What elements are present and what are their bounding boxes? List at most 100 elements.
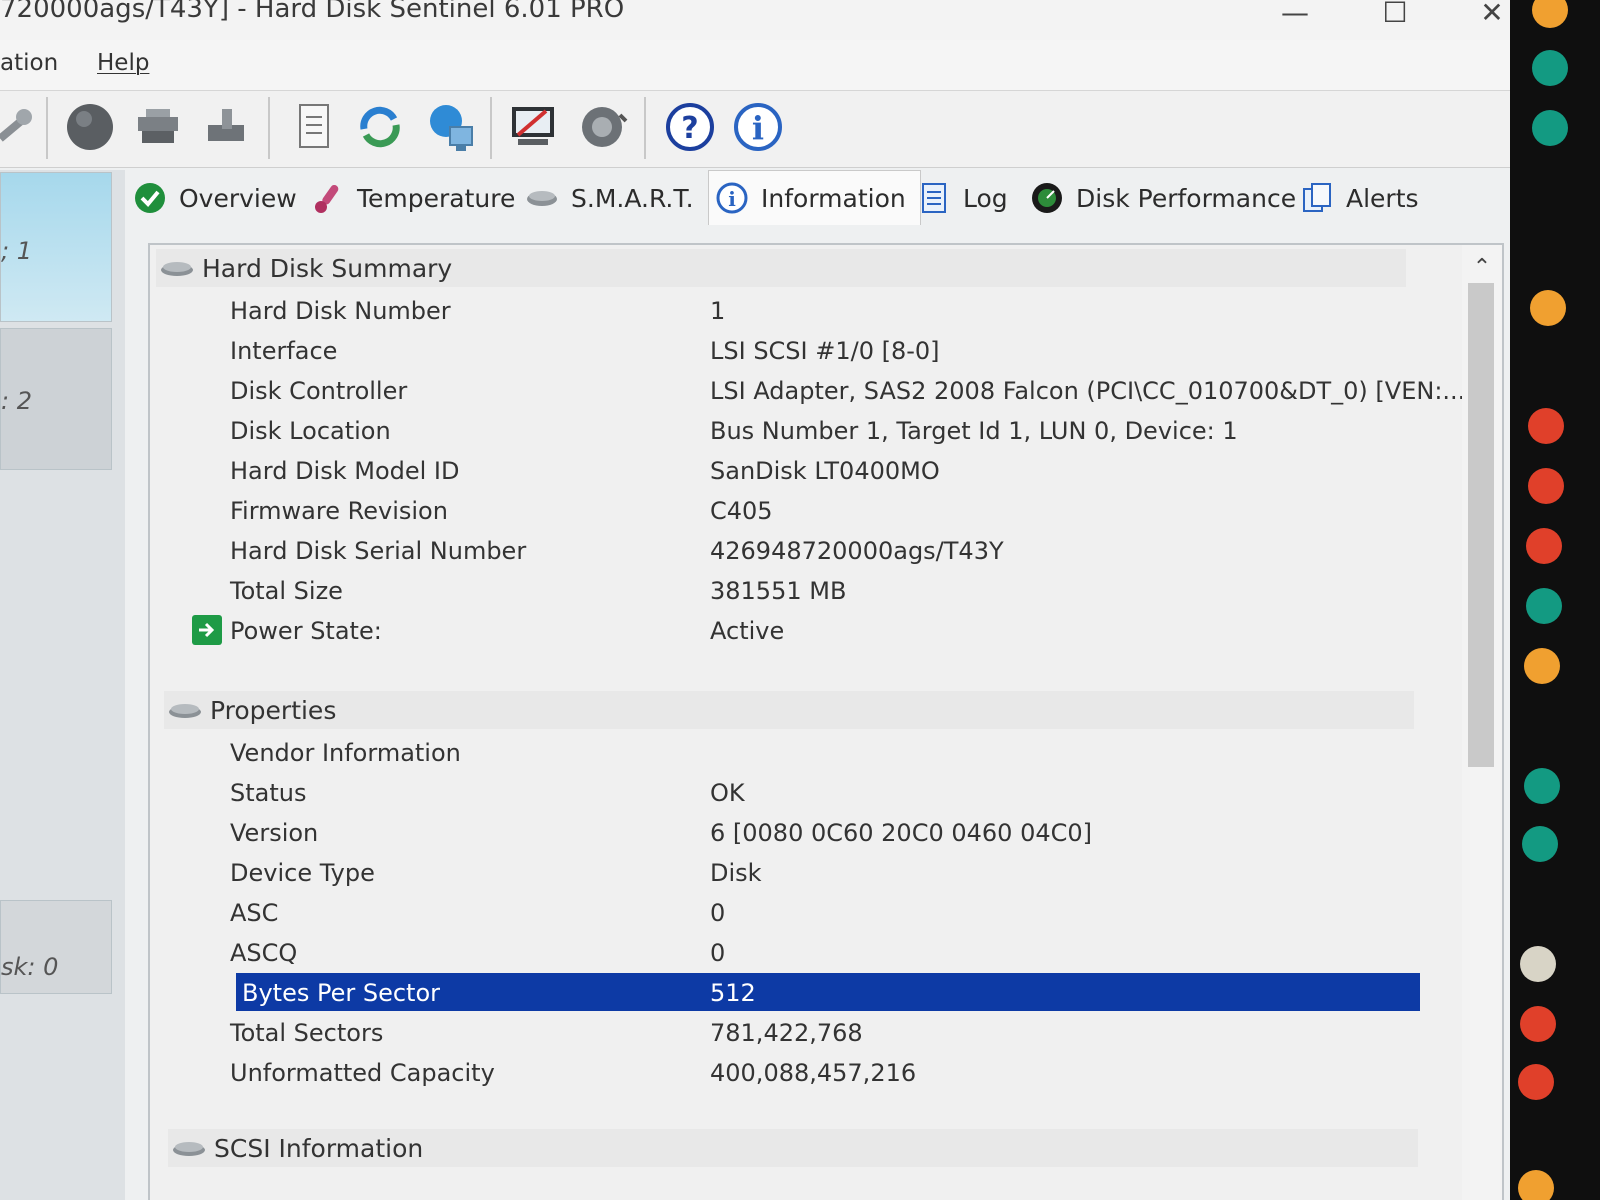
field-value: 512: [710, 979, 756, 1007]
field-value: 400,088,457,216: [710, 1059, 917, 1087]
background-dot: [1528, 468, 1564, 504]
section-properties[interactable]: Properties: [164, 691, 1414, 729]
background-dot: [1524, 648, 1560, 684]
field-label: Status: [230, 779, 307, 807]
disk-test-icon[interactable]: [506, 99, 562, 155]
list-item[interactable]: ASC 0: [230, 893, 1400, 931]
report-icon[interactable]: [286, 99, 342, 155]
network-globe-icon[interactable]: [424, 99, 480, 155]
list-item[interactable]: Status OK: [230, 773, 1400, 811]
list-item[interactable]: ASCQ 0: [230, 933, 1400, 971]
document-icon: [917, 181, 951, 215]
section-title: Hard Disk Summary: [202, 253, 453, 283]
list-item[interactable]: Hard Disk Serial Number 426948720000ags/…: [230, 531, 1400, 569]
list-item[interactable]: Disk Controller LSI Adapter, SAS2 2008 F…: [230, 371, 1465, 409]
field-value: Disk: [710, 859, 762, 887]
tab-information[interactable]: i Information: [708, 170, 921, 225]
section-scsi-information[interactable]: SCSI Information: [168, 1129, 1418, 1167]
section-hard-disk-summary[interactable]: Hard Disk Summary: [156, 249, 1406, 287]
disk-card-label: ; 1: [1, 237, 32, 265]
field-label: Total Size: [230, 577, 343, 605]
app-window: 720000ags/T43Y] - Hard Disk Sentinel 6.0…: [0, 0, 1540, 1200]
field-value: LSI SCSI #1/0 [8-0]: [710, 337, 940, 365]
disk-card-1[interactable]: ; 1: [0, 172, 112, 322]
field-label: Interface: [230, 337, 338, 365]
background-dot: [1520, 1006, 1556, 1042]
field-label: Version: [230, 819, 319, 847]
background-dot: [1526, 588, 1562, 624]
field-value: 6 [0080 0C60 20C0 0460 04C0]: [710, 819, 1092, 847]
list-item-selected[interactable]: Bytes Per Sector 512: [236, 973, 1420, 1011]
tab-temperature[interactable]: Temperature: [311, 176, 515, 220]
tab-disk-performance[interactable]: Disk Performance: [1030, 176, 1296, 220]
field-value: Bus Number 1, Target Id 1, LUN 0, Device…: [710, 417, 1238, 445]
sound-icon[interactable]: [576, 99, 632, 155]
performance-icon: [1030, 181, 1064, 215]
tab-overview[interactable]: Overview: [133, 176, 297, 220]
scroll-up-icon[interactable]: ⌃: [1462, 255, 1502, 280]
field-label: Bytes Per Sector: [242, 979, 441, 1007]
scrollbar-thumb[interactable]: [1468, 283, 1494, 767]
tab-alerts[interactable]: Alerts: [1300, 176, 1419, 220]
field-value: 381551 MB: [710, 577, 847, 605]
field-value: 781,422,768: [710, 1019, 863, 1047]
window-title: 720000ags/T43Y] - Hard Disk Sentinel 6.0…: [0, 0, 625, 24]
field-label: Total Sectors: [230, 1019, 384, 1047]
svg-text:?: ?: [681, 111, 698, 146]
list-item[interactable]: Disk Location Bus Number 1, Target Id 1,…: [230, 411, 1400, 449]
help-icon[interactable]: ?: [662, 99, 718, 155]
drive-icon[interactable]: [130, 99, 186, 155]
background-dot: [1518, 1064, 1554, 1100]
field-value: OK: [710, 779, 745, 807]
info-icon: i: [715, 181, 749, 215]
toolbar: ? i: [0, 91, 1540, 168]
tab-smart[interactable]: S.M.A.R.T.: [525, 176, 694, 220]
background-dot: [1520, 946, 1556, 982]
tab-label: Alerts: [1346, 183, 1419, 213]
menu-help[interactable]: Help: [97, 50, 149, 76]
list-item[interactable]: Vendor Information: [230, 733, 1400, 771]
list-item[interactable]: Hard Disk Model ID SanDisk LT0400MO: [230, 451, 1400, 489]
field-value: C405: [710, 497, 773, 525]
vertical-scrollbar[interactable]: ⌃: [1462, 245, 1502, 1200]
list-item[interactable]: Unformatted Capacity 400,088,457,216: [230, 1053, 1400, 1091]
list-item[interactable]: Total Sectors 781,422,768: [230, 1013, 1400, 1051]
field-value: Active: [710, 617, 785, 645]
list-item[interactable]: Firmware Revision C405: [230, 491, 1400, 529]
tab-label: Information: [761, 183, 906, 213]
field-label: ASCQ: [230, 939, 298, 967]
menu-bar: ation Help: [0, 40, 1540, 91]
toolbar-separator: [46, 97, 48, 159]
field-label: Power State:: [230, 617, 382, 645]
tab-label: Overview: [179, 183, 297, 213]
disk-icon: [525, 181, 559, 215]
background-desktop: [1510, 0, 1600, 1200]
background-dot: [1518, 1170, 1554, 1200]
field-label: Disk Location: [230, 417, 391, 445]
disk-list-pane: ; 1 : 2 sk: 0: [0, 170, 125, 1200]
list-item[interactable]: Version 6 [0080 0C60 20C0 0460 04C0]: [230, 813, 1400, 851]
minimize-button[interactable]: —: [1265, 0, 1325, 29]
disk-card-2[interactable]: : 2: [0, 328, 112, 470]
menu-configuration[interactable]: ation: [0, 50, 58, 76]
disk-card-0[interactable]: sk: 0: [0, 900, 112, 994]
list-item[interactable]: Total Size 381551 MB: [230, 571, 1400, 609]
tab-label: Temperature: [357, 183, 516, 213]
list-item[interactable]: Device Type Disk: [230, 853, 1400, 891]
list-item[interactable]: Hard Disk Number 1: [230, 291, 1400, 329]
disk-icon: [156, 249, 198, 287]
drive-tool-icon[interactable]: [198, 99, 254, 155]
list-item[interactable]: Interface LSI SCSI #1/0 [8-0]: [230, 331, 1400, 369]
maximize-button[interactable]: ☐: [1365, 0, 1425, 29]
field-label: Hard Disk Serial Number: [230, 537, 527, 565]
disk-sphere-icon[interactable]: [62, 99, 118, 155]
field-label: Unformatted Capacity: [230, 1059, 495, 1087]
tab-label: Log: [963, 183, 1008, 213]
disk-card-label: : 2: [1, 387, 32, 415]
list-item[interactable]: Power State: Active: [192, 611, 1400, 649]
refresh-icon[interactable]: [352, 99, 408, 155]
about-icon[interactable]: i: [730, 99, 786, 155]
tab-log[interactable]: Log: [917, 176, 1008, 220]
wrench-icon[interactable]: [0, 99, 42, 155]
field-label: Disk Controller: [230, 377, 408, 405]
